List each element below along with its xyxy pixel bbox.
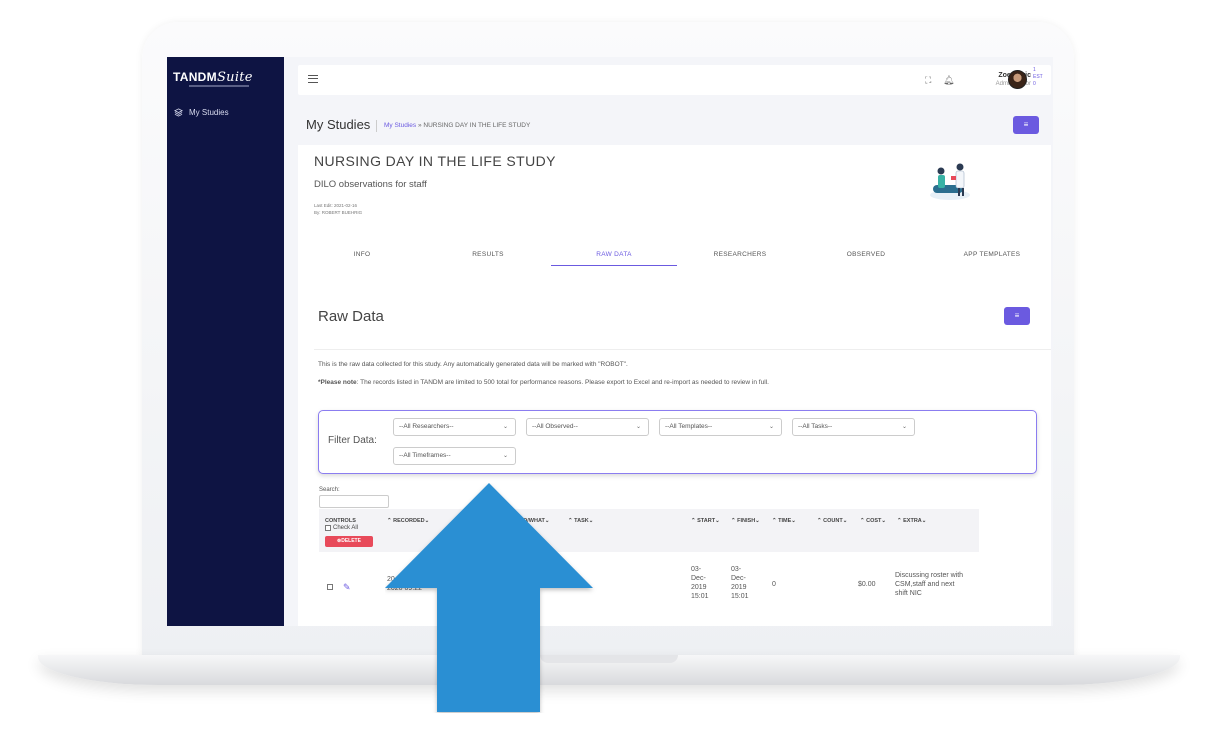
raw-data-description: This is the raw data collected for this …: [318, 361, 628, 368]
chevron-down-icon: ⌄: [502, 453, 508, 459]
raw-data-note: *Please note: The records listed in TAND…: [318, 379, 769, 386]
col-label: FINISH: [737, 518, 756, 524]
arrow-up-icon: [385, 483, 593, 712]
stat-count: 1: [1033, 67, 1036, 73]
breadcrumb-link-my-studies[interactable]: My Studies: [384, 122, 416, 129]
brand-text: TANDM: [173, 70, 217, 84]
cell-time: 0: [772, 581, 776, 588]
col-finish[interactable]: ⌃ FINISH⌄: [731, 518, 760, 524]
layers-icon: [174, 108, 183, 117]
cell-finish: 03- Dec- 2019 15:01: [731, 565, 749, 601]
stat-est: EST: [1033, 74, 1043, 80]
cell-cost: $0.00: [858, 581, 876, 588]
col-label: EXTRA: [903, 518, 922, 524]
timeframes-select[interactable]: --All Timeframes-- ⌄: [393, 447, 516, 465]
check-all-checkbox[interactable]: [325, 525, 331, 531]
chevron-down-icon: ⌄: [635, 424, 641, 430]
cell-extra: Discussing roster with CSM,staff and nex…: [895, 572, 964, 597]
study-title: NURSING DAY IN THE LIFE STUDY: [314, 153, 556, 169]
select-value: --All Timeframes--: [399, 452, 451, 459]
tab-app-templates[interactable]: APP TEMPLATES: [929, 251, 1053, 266]
col-label: START: [697, 518, 716, 524]
tab-info[interactable]: INFO: [299, 251, 425, 266]
hamburger-menu-icon[interactable]: [308, 75, 318, 83]
col-extra[interactable]: ⌃ EXTRA⌄: [897, 518, 926, 524]
finish-day: 03-: [731, 566, 742, 573]
observed-select[interactable]: --All Observed-- ⌄: [526, 418, 649, 436]
brand-script: Suite: [216, 70, 253, 85]
chevron-down-icon: ⌄: [901, 424, 907, 430]
select-value: --All Templates--: [665, 423, 713, 430]
note-label: *Please note: [318, 379, 357, 386]
col-label: TIME: [778, 518, 792, 524]
app-screen: TANDMSuite My Studies ⛶ 🔔︎ Zoe Savic Adm…: [167, 57, 1053, 626]
select-value: --All Researchers--: [399, 423, 454, 430]
col-count[interactable]: ⌃ COUNT⌄: [817, 518, 847, 524]
raw-data-title: Raw Data: [318, 308, 384, 325]
brand-logo[interactable]: TANDMSuite: [173, 70, 253, 85]
note-text: : The records listed in TANDM are limite…: [356, 379, 769, 386]
finish-year: 2019: [731, 584, 747, 591]
start-month: Dec-: [691, 575, 706, 582]
raw-data-menu-button[interactable]: ≡: [1004, 307, 1030, 325]
select-value: --All Observed--: [532, 423, 578, 430]
col-label: COUNT: [823, 518, 843, 524]
chevron-down-icon: ⌄: [502, 424, 508, 430]
nurses-illustration: [930, 163, 970, 200]
bell-icon[interactable]: 🔔︎: [943, 75, 954, 86]
finish-month: Dec-: [731, 575, 746, 582]
avatar[interactable]: [1008, 70, 1027, 89]
tab-observed[interactable]: OBSERVED: [803, 251, 929, 266]
filter-panel: Filter Data: --All Researchers-- ⌄ --All …: [318, 410, 1037, 474]
cell-start: 03- Dec- 2019 15:01: [691, 565, 709, 601]
laptop-mockup: TANDMSuite My Studies ⛶ 🔔︎ Zoe Savic Adm…: [0, 0, 1218, 733]
stat-zero: 0: [1033, 81, 1036, 87]
researchers-select[interactable]: --All Researchers-- ⌄: [393, 418, 516, 436]
fullscreen-icon[interactable]: ⛶: [925, 75, 931, 86]
tab-raw-data[interactable]: RAW DATA: [551, 251, 677, 266]
page-menu-button[interactable]: ≡: [1013, 116, 1039, 134]
search-label: Search:: [319, 487, 340, 493]
delete-button[interactable]: ⊗DELETE: [325, 536, 373, 547]
row-checkbox[interactable]: [327, 584, 333, 590]
tab-results[interactable]: RESULTS: [425, 251, 551, 266]
col-cost[interactable]: ⌃ COST⌄: [860, 518, 886, 524]
study-tabs: INFO RESULTS RAW DATA RESEARCHERS OBSERV…: [299, 245, 1051, 267]
edited-by: By: ROBERT BUEHRIG: [314, 210, 363, 215]
brand-tagline: [189, 85, 249, 87]
check-all-label: Check All: [333, 525, 359, 531]
check-all[interactable]: Check All: [325, 525, 358, 531]
study-meta: Last Edit: 2021-02-16 By: ROBERT BUEHRIG: [314, 202, 362, 216]
user-stats: 1 EST 0: [1033, 67, 1043, 88]
sidebar-item-label: My Studies: [189, 108, 229, 117]
sidebar: TANDMSuite My Studies: [167, 57, 284, 626]
filter-label: Filter Data:: [328, 435, 377, 446]
finish-time: 15:01: [731, 593, 749, 600]
templates-select[interactable]: --All Templates-- ⌄: [659, 418, 782, 436]
col-time[interactable]: ⌃ TIME⌄: [772, 518, 796, 524]
start-year: 2019: [691, 584, 707, 591]
breadcrumb-current: NURSING DAY IN THE LIFE STUDY: [423, 122, 531, 129]
last-edit: Last Edit: 2021-02-16: [314, 203, 358, 208]
tab-researchers[interactable]: RESEARCHERS: [677, 251, 803, 266]
divider: [314, 349, 1051, 350]
breadcrumb-separator: »: [417, 122, 422, 129]
col-start[interactable]: ⌃ START⌄: [691, 518, 720, 524]
breadcrumb: My Studies » NURSING DAY IN THE LIFE STU…: [376, 120, 530, 132]
search-input[interactable]: [319, 495, 389, 508]
col-label: COST: [866, 518, 882, 524]
study-subtitle: DILO observations for staff: [314, 179, 427, 190]
start-day: 03-: [691, 566, 702, 573]
tasks-select[interactable]: --All Tasks-- ⌄: [792, 418, 915, 436]
chevron-down-icon: ⌄: [768, 424, 774, 430]
page-header: My Studies My Studies » NURSING DAY IN T…: [306, 117, 530, 132]
select-value: --All Tasks--: [798, 423, 833, 430]
page-title: My Studies: [306, 117, 371, 132]
top-bar: ⛶ 🔔︎ Zoe Savic Administrator 1 EST 0: [298, 65, 1051, 95]
sidebar-item-my-studies[interactable]: My Studies: [174, 108, 229, 117]
col-controls: CONTROLS: [325, 518, 356, 524]
pencil-icon[interactable]: ✎: [343, 582, 351, 593]
start-time: 15:01: [691, 593, 709, 600]
